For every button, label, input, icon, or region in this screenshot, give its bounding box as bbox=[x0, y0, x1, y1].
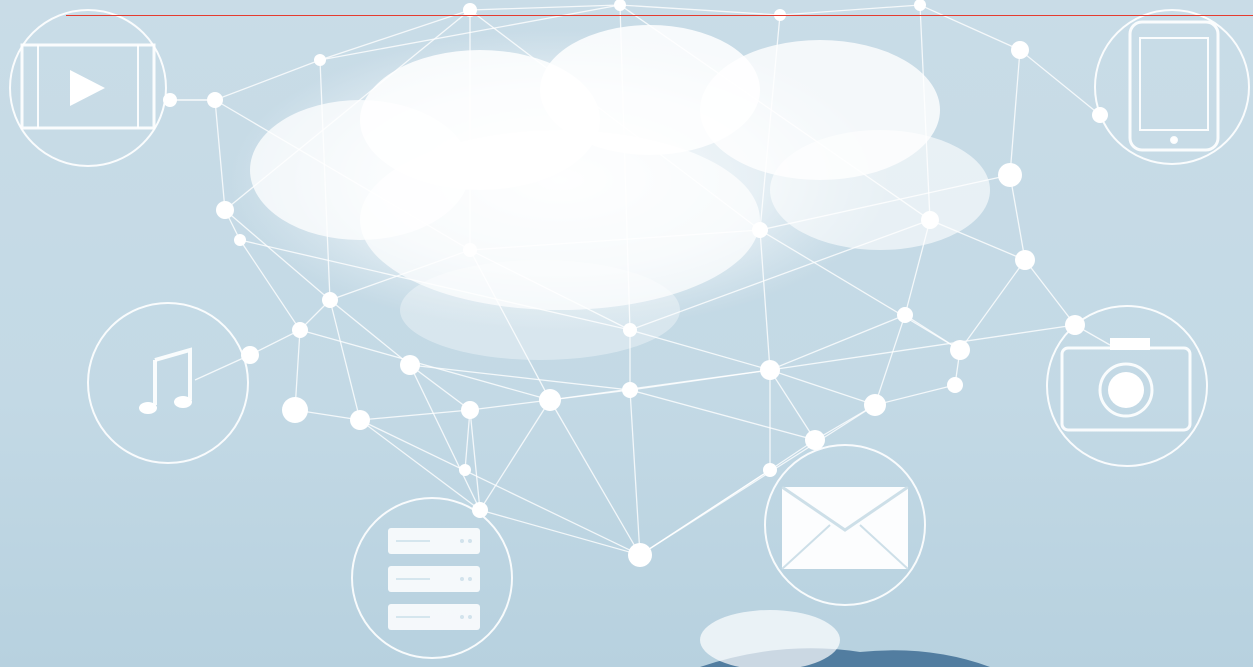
accent-line bbox=[66, 15, 1253, 16]
cloud-network-illustration bbox=[0, 0, 1253, 667]
background-art bbox=[0, 0, 1253, 667]
